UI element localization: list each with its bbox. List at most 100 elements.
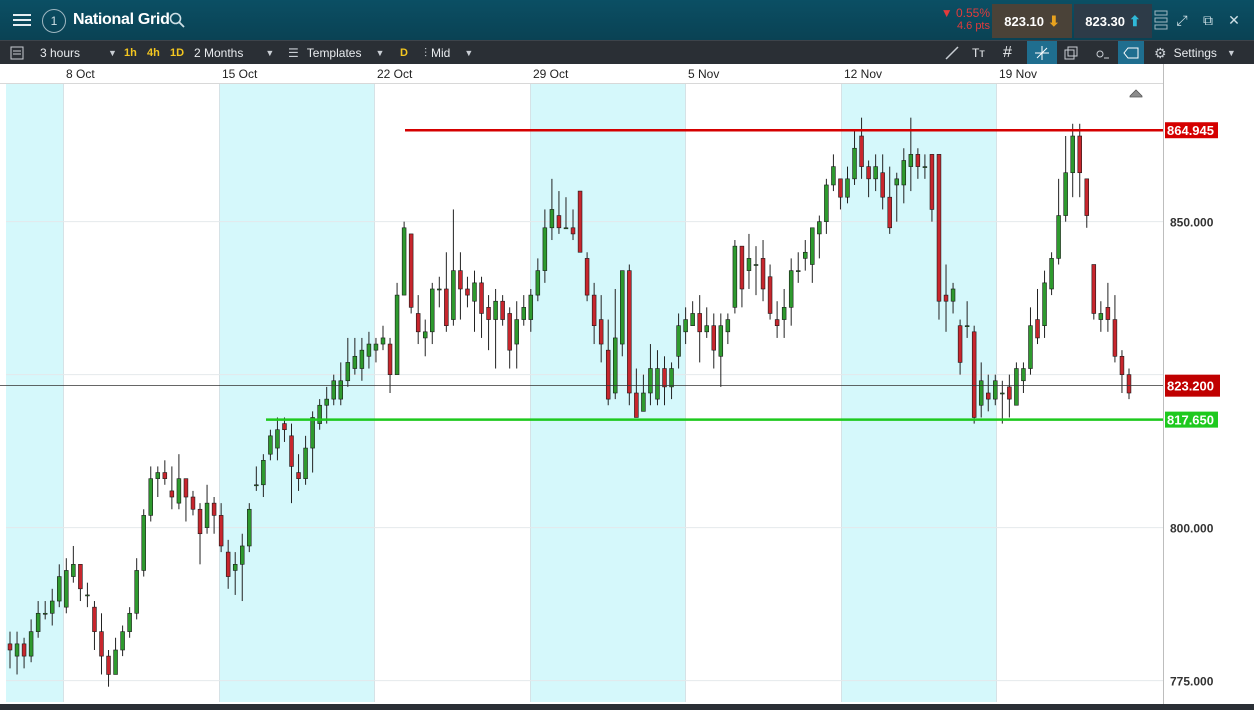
home-icon[interactable] (1129, 89, 1143, 98)
candle[interactable] (1035, 288, 1040, 345)
candle[interactable] (795, 252, 801, 283)
candle[interactable] (803, 240, 808, 271)
candle[interactable] (415, 295, 421, 345)
candle[interactable] (85, 582, 90, 608)
candle[interactable] (781, 288, 787, 338)
candle[interactable] (479, 276, 484, 338)
candle[interactable] (1028, 307, 1033, 375)
support-price-tag[interactable]: 817.650 (1165, 411, 1218, 428)
candle[interactable] (1014, 362, 1019, 406)
candle[interactable] (99, 613, 104, 675)
candle[interactable] (190, 490, 196, 516)
candle[interactable] (627, 264, 632, 406)
candle[interactable] (387, 337, 393, 393)
candle[interactable] (697, 295, 702, 363)
text-tool-icon[interactable]: Tт (972, 41, 985, 65)
candle[interactable] (197, 503, 203, 565)
close-icon[interactable]: ✕ (1224, 10, 1244, 30)
popout-icon[interactable]: ⧉ (1198, 10, 1218, 30)
candle[interactable] (493, 288, 498, 369)
candle[interactable] (774, 301, 780, 338)
indicator-icon[interactable] (1094, 41, 1110, 65)
candle[interactable] (127, 607, 132, 638)
candle[interactable] (1000, 380, 1005, 424)
range-select[interactable]: 2 Months ▼ (194, 41, 274, 65)
candle[interactable] (430, 282, 435, 345)
candle[interactable] (1084, 178, 1090, 228)
candle[interactable] (732, 240, 738, 314)
candle[interactable] (767, 264, 773, 320)
candle[interactable] (824, 178, 829, 234)
candle[interactable] (162, 460, 168, 485)
candle[interactable] (584, 252, 590, 302)
candle[interactable] (401, 221, 407, 296)
candle[interactable] (422, 319, 428, 357)
candle[interactable] (971, 325, 977, 424)
templates-dropdown[interactable]: ☰ Templates ▼ (288, 41, 384, 65)
candle[interactable] (1056, 178, 1061, 265)
candle[interactable] (486, 295, 491, 351)
candle[interactable] (134, 558, 139, 620)
price-chart[interactable]: 8 Oct 15 Oct 22 Oct 29 Oct 5 Nov 12 Nov 19 Nov… (0, 64, 1254, 710)
candle[interactable] (1063, 136, 1068, 222)
candle[interactable] (408, 233, 414, 314)
candle[interactable] (106, 649, 111, 687)
d-button[interactable]: D (400, 41, 408, 65)
candle[interactable] (521, 295, 526, 326)
settings-button[interactable]: ⚙ Settings ▼ (1154, 41, 1236, 65)
candle[interactable] (936, 154, 942, 320)
candle[interactable] (1007, 374, 1012, 418)
candle[interactable] (704, 307, 709, 338)
candle[interactable] (760, 240, 766, 302)
candle[interactable] (120, 625, 125, 657)
crosshair-icon[interactable] (1027, 41, 1057, 65)
candle[interactable] (718, 313, 724, 387)
candle[interactable] (753, 246, 759, 296)
grid-icon[interactable]: # (1003, 41, 1012, 65)
candle[interactable] (1126, 368, 1132, 400)
candle[interactable] (64, 558, 69, 614)
candle[interactable] (711, 313, 717, 369)
candle[interactable] (1112, 295, 1118, 363)
candle[interactable] (176, 454, 182, 510)
candle[interactable] (247, 503, 252, 553)
menu-icon[interactable] (6, 0, 38, 40)
candle[interactable] (113, 637, 118, 675)
candle[interactable] (620, 270, 625, 357)
candle[interactable] (500, 295, 505, 326)
layout-icon[interactable] (1154, 10, 1168, 30)
candle[interactable] (746, 233, 752, 289)
candle[interactable] (204, 484, 210, 534)
resistance-price-tag[interactable]: 864.945 (1165, 122, 1218, 139)
interval-1h-button[interactable]: 1h (124, 41, 137, 65)
interval-select[interactable]: 3 hours ▼ (40, 41, 117, 65)
candle[interactable] (155, 466, 161, 498)
candle[interactable] (1091, 264, 1097, 320)
candle[interactable] (831, 154, 836, 192)
candle[interactable] (810, 227, 815, 283)
trendline-icon[interactable] (944, 41, 960, 65)
interval-1d-button[interactable]: 1D (170, 41, 184, 65)
candle[interactable] (507, 307, 512, 369)
candle[interactable] (690, 301, 695, 326)
price-type-select[interactable]: ⫶ Mid ▼ (424, 41, 473, 65)
current-price-tag[interactable]: 823.200 (1165, 374, 1220, 397)
candle[interactable] (211, 497, 217, 534)
candle[interactable] (380, 325, 386, 351)
interval-4h-button[interactable]: 4h (147, 41, 160, 65)
candle[interactable] (148, 466, 153, 522)
candle[interactable] (437, 276, 442, 308)
candle[interactable] (71, 545, 76, 583)
candle[interactable] (788, 258, 794, 326)
workspace-number-icon[interactable]: 1 (42, 9, 66, 33)
candle[interactable] (577, 190, 583, 253)
candle[interactable] (141, 509, 146, 577)
candle[interactable] (183, 478, 189, 522)
buy-button[interactable]: 823.30 ⬆ (1074, 4, 1152, 38)
candle[interactable] (1049, 252, 1054, 296)
candle[interactable] (1021, 362, 1026, 393)
candle[interactable] (394, 282, 400, 375)
candle[interactable] (1098, 301, 1104, 332)
sell-button[interactable]: 823.10 ⬇ (992, 4, 1072, 38)
copy-icon[interactable] (1063, 41, 1079, 65)
